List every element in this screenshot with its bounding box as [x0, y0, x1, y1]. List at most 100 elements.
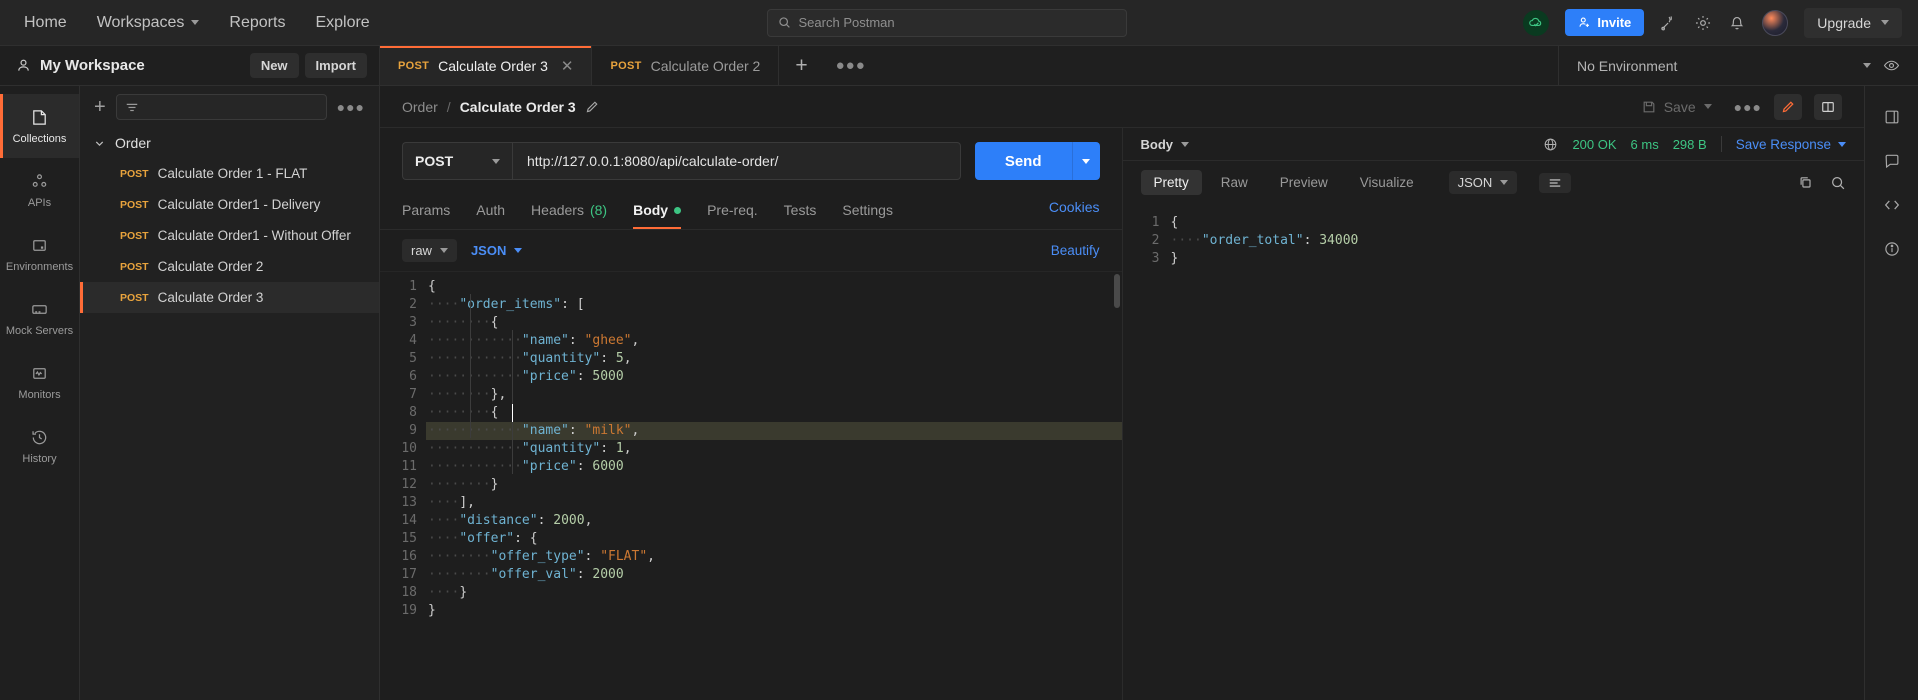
editor-scrollbar[interactable] — [1113, 274, 1120, 308]
code-line[interactable]: ····"order_items": [ — [426, 296, 1122, 314]
request-body-editor[interactable]: 1 2 3 4 5 6 7 8 9 10 11 12 13 14 15 16 17 18 19 {····"orde… — [380, 271, 1122, 700]
eye-icon[interactable] — [1883, 57, 1900, 74]
request-code-area[interactable]: {····"order_items": [········{··········… — [426, 272, 1122, 700]
sidebar-request-calculate-order-3[interactable]: POST Calculate Order 3 — [80, 282, 379, 313]
rail-item-history[interactable]: History — [0, 414, 79, 478]
request-tab-calculate-order-3[interactable]: POST Calculate Order 3 ✕ — [380, 46, 593, 85]
globe-icon — [1543, 137, 1558, 152]
breadcrumb-root[interactable]: Order — [402, 99, 438, 115]
body-mode-select[interactable]: raw — [402, 239, 457, 262]
code-line[interactable]: } — [426, 602, 1122, 620]
response-tab-raw[interactable]: Raw — [1208, 170, 1261, 195]
code-line[interactable]: ············"price": 6000 — [426, 458, 1122, 476]
send-button[interactable]: Send — [974, 142, 1072, 180]
code-line[interactable]: ····} — [426, 584, 1122, 602]
code-line[interactable]: ············"name": "milk", — [426, 422, 1122, 440]
environment-select[interactable]: No Environment — [1577, 58, 1871, 74]
filter-input[interactable] — [115, 94, 327, 120]
tab-params[interactable]: Params — [402, 196, 450, 229]
sidebar-request-calculate-order-2[interactable]: POST Calculate Order 2 — [80, 251, 379, 282]
save-button[interactable]: Save — [1632, 94, 1722, 120]
code-line[interactable]: { — [1169, 214, 1865, 232]
code-line[interactable]: } — [1169, 250, 1865, 268]
request-tab-calculate-order-2[interactable]: POST Calculate Order 2 — [592, 46, 780, 85]
close-icon[interactable]: ✕ — [561, 57, 574, 75]
nav-reports[interactable]: Reports — [229, 14, 285, 32]
code-icon[interactable] — [1883, 196, 1901, 214]
sidebar-request-calculate-order-1-flat[interactable]: POST Calculate Order 1 - FLAT — [80, 158, 379, 189]
satellite-icon[interactable] — [1660, 14, 1678, 32]
tab-body[interactable]: Body — [633, 196, 682, 229]
search-input[interactable]: Search Postman — [766, 8, 1127, 37]
beautify-link[interactable]: Beautify — [1051, 243, 1100, 258]
new-tab-button[interactable]: + — [779, 46, 823, 85]
code-line[interactable]: ········}, — [426, 386, 1122, 404]
response-body-editor[interactable]: 1 2 3 {····"order_total": 34000} — [1123, 204, 1865, 700]
tab-settings[interactable]: Settings — [842, 196, 893, 229]
response-tab-visualize[interactable]: Visualize — [1347, 170, 1427, 195]
workspace-selector[interactable]: My Workspace New Import — [0, 46, 380, 85]
sidebar-options-icon[interactable]: ●●● — [337, 99, 365, 115]
nav-explore[interactable]: Explore — [315, 14, 369, 32]
edit-pencil-icon[interactable] — [585, 100, 599, 114]
sidebar-request-calculate-order1-without-offer[interactable]: POST Calculate Order1 - Without Offer — [80, 220, 379, 251]
code-line[interactable]: ····"distance": 2000, — [426, 512, 1122, 530]
add-new-icon[interactable]: + — [94, 96, 106, 119]
code-line[interactable]: ············"quantity": 5, — [426, 350, 1122, 368]
collections-icon — [30, 108, 49, 127]
response-tab-pretty[interactable]: Pretty — [1140, 170, 1202, 195]
avatar[interactable] — [1762, 9, 1789, 36]
code-line[interactable]: { — [426, 278, 1122, 296]
new-button[interactable]: New — [249, 53, 299, 78]
search-icon[interactable] — [1830, 175, 1846, 191]
info-icon[interactable] — [1883, 240, 1901, 258]
code-line[interactable]: ········"offer_type": "FLAT", — [426, 548, 1122, 566]
edit-mode-button[interactable] — [1774, 93, 1802, 120]
code-line[interactable]: ····], — [426, 494, 1122, 512]
tab-headers[interactable]: Headers (8) — [531, 196, 607, 229]
panel-icon[interactable] — [1883, 108, 1901, 126]
rail-item-collections[interactable]: Collections — [0, 94, 79, 158]
response-format-select[interactable]: JSON — [1448, 171, 1518, 194]
send-options-button[interactable] — [1071, 142, 1100, 180]
tab-tests[interactable]: Tests — [784, 196, 817, 229]
nav-workspaces[interactable]: Workspaces — [97, 14, 200, 32]
code-line[interactable]: ········{ — [426, 314, 1122, 332]
gear-icon[interactable] — [1694, 14, 1712, 32]
upgrade-button[interactable]: Upgrade — [1804, 7, 1902, 38]
rail-item-monitors[interactable]: Monitors — [0, 350, 79, 414]
tab-pre-request[interactable]: Pre-req. — [707, 196, 758, 229]
request-options-icon[interactable]: ●●● — [1734, 99, 1762, 115]
layout-toggle-button[interactable] — [1814, 93, 1842, 120]
code-line[interactable]: ············"price": 5000 — [426, 368, 1122, 386]
cookies-link[interactable]: Cookies — [1049, 199, 1100, 226]
nav-home[interactable]: Home — [24, 14, 67, 32]
tab-options-icon[interactable]: ●●● — [824, 46, 878, 85]
http-method-select[interactable]: POST — [402, 142, 512, 180]
tab-auth[interactable]: Auth — [476, 196, 505, 229]
code-line[interactable]: ············"quantity": 1, — [426, 440, 1122, 458]
code-line[interactable]: ········{ — [426, 404, 1122, 422]
save-response-button[interactable]: Save Response — [1736, 137, 1846, 152]
url-input[interactable]: http://127.0.0.1:8080/api/calculate-orde… — [512, 142, 961, 180]
rail-item-apis[interactable]: APIs — [0, 158, 79, 222]
code-line[interactable]: ····"offer": { — [426, 530, 1122, 548]
response-section-select[interactable]: Body — [1141, 137, 1189, 152]
copy-icon[interactable] — [1798, 175, 1814, 191]
response-tab-preview[interactable]: Preview — [1267, 170, 1341, 195]
comment-icon[interactable] — [1883, 152, 1901, 170]
code-line[interactable]: ············"name": "ghee", — [426, 332, 1122, 350]
cloud-check-icon[interactable] — [1523, 9, 1550, 36]
collection-row-order[interactable]: Order — [80, 128, 379, 158]
wrap-lines-button[interactable] — [1539, 172, 1572, 193]
code-line[interactable]: ········"offer_val": 2000 — [426, 566, 1122, 584]
bell-icon[interactable] — [1728, 14, 1746, 32]
sidebar-request-calculate-order1-delivery[interactable]: POST Calculate Order1 - Delivery — [80, 189, 379, 220]
code-line[interactable]: ········} — [426, 476, 1122, 494]
invite-button[interactable]: Invite — [1565, 9, 1645, 36]
body-format-select[interactable]: JSON — [471, 243, 523, 258]
code-line[interactable]: ····"order_total": 34000 — [1169, 232, 1865, 250]
rail-item-mock-servers[interactable]: Mock Servers — [0, 286, 79, 350]
import-button[interactable]: Import — [304, 53, 367, 78]
rail-item-environments[interactable]: Environments — [0, 222, 79, 286]
